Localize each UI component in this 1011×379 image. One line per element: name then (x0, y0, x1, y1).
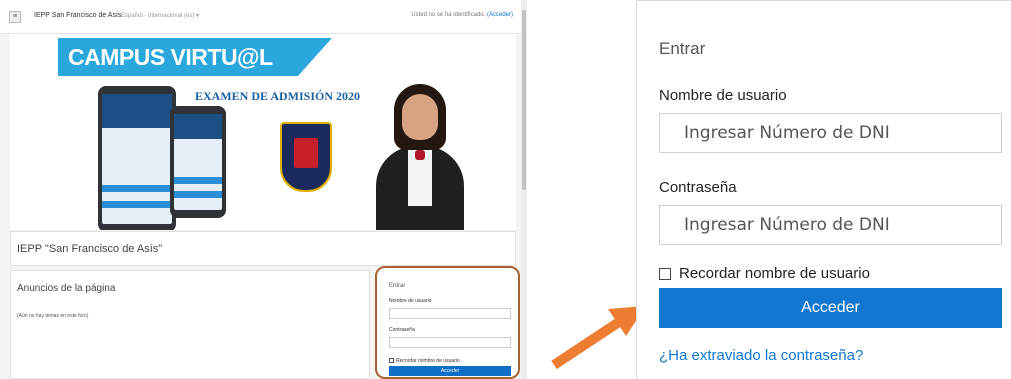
forgot-password-link[interactable]: ¿Ha extraviado la contraseña? (659, 347, 863, 364)
institution-crest (280, 122, 332, 192)
remember-username-checkbox[interactable] (659, 267, 671, 280)
banner-exam-title: EXAMEN DE ADMISIÓN 2020 (195, 89, 361, 103)
remember-username-option[interactable]: Recordar nombre de usuario (659, 265, 870, 282)
course-title: IEPP "San Francisco de Asís" (17, 243, 163, 255)
news-empty-text: (Aún no hay temas en este foro) (17, 313, 89, 319)
hamburger-icon[interactable]: ≡ (9, 11, 21, 23)
small-remember-checkbox[interactable] (389, 358, 394, 364)
page-scrollbar[interactable] (521, 0, 527, 379)
small-username-label: Nombre de usuario (389, 298, 432, 304)
phone-image-back (98, 86, 176, 230)
campus-banner: CAMPUS VIRTU@L EXAMEN DE ADMISIÓN 2020 (10, 34, 516, 230)
small-remember-option[interactable]: Recordar nombre de usuario (389, 358, 460, 364)
small-password-label: Contraseña (389, 327, 415, 333)
small-login-block: Entrar Nombre de usuario Contraseña Reco… (375, 266, 520, 379)
news-title: Anuncios de la página (17, 283, 116, 294)
small-login-title: Entrar (389, 283, 406, 289)
scrollbar-thumb[interactable] (522, 10, 526, 190)
username-label: Nombre de usuario (659, 87, 787, 104)
login-title: Entrar (659, 39, 706, 58)
password-label: Contraseña (659, 179, 737, 196)
language-menu[interactable]: Español - Internacional (es) ▾ (121, 12, 199, 19)
pointer-arrow-icon (551, 306, 646, 370)
banner-ribbon-tail (298, 38, 332, 76)
small-username-input[interactable] (389, 308, 511, 319)
login-status-text: Usted no se ha identificado. (411, 12, 486, 18)
site-name[interactable]: IEPP San Francisco de Asís (34, 12, 121, 19)
login-button[interactable]: Acceder (659, 288, 1002, 328)
small-login-button[interactable]: Acceder (389, 366, 511, 376)
page-screenshot: ≡ IEPP San Francisco de Asís Español - I… (0, 0, 527, 379)
student-photo (370, 84, 470, 230)
top-navbar: ≡ IEPP San Francisco de Asís Español - I… (0, 0, 521, 34)
login-status: Usted no se ha identificado. (Acceder) (411, 12, 513, 18)
small-password-input[interactable] (389, 337, 511, 348)
phone-image-front (170, 106, 226, 218)
course-header: IEPP "San Francisco de Asís" (10, 231, 516, 266)
banner-title: CAMPUS VIRTU@L (68, 44, 273, 70)
news-block: Anuncios de la página (Aún no hay temas … (10, 270, 370, 379)
remember-username-label: Recordar nombre de usuario (679, 265, 870, 282)
login-form-zoomed: Entrar Nombre de usuario Contraseña Reco… (636, 0, 1011, 379)
small-remember-label: Recordar nombre de usuario (396, 358, 460, 364)
login-link[interactable]: (Acceder) (487, 12, 513, 18)
password-input[interactable] (659, 205, 1002, 245)
username-input[interactable] (659, 113, 1002, 153)
